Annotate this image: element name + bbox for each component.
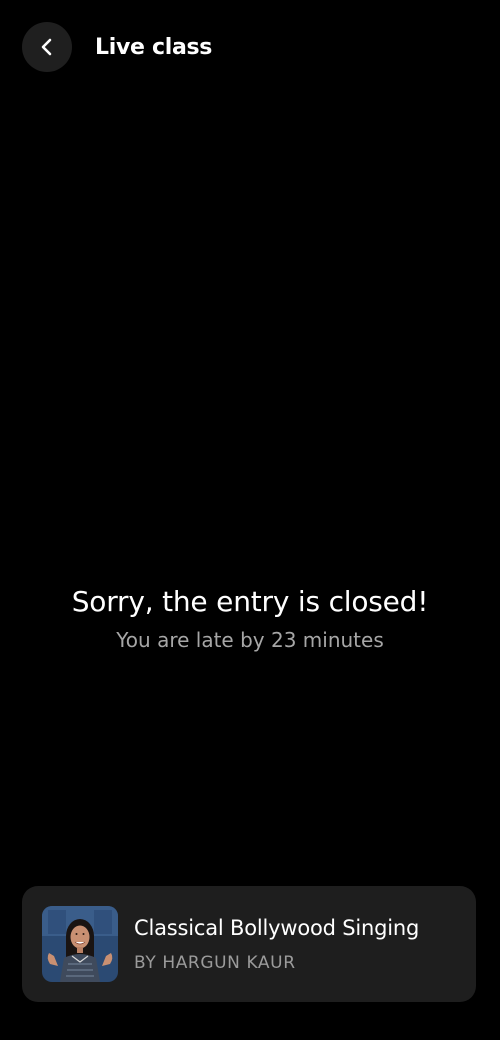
class-card[interactable]: Classical Bollywood Singing BY HARGUN KA… <box>22 886 476 1002</box>
instructor-thumbnail <box>42 906 118 982</box>
header: Live class <box>22 22 212 72</box>
class-instructor: BY HARGUN KAUR <box>134 952 296 973</box>
class-info: Classical Bollywood Singing BY HARGUN KA… <box>134 915 419 974</box>
class-name: Classical Bollywood Singing <box>134 915 420 940</box>
entry-closed-message: Sorry, the entry is closed! You are late… <box>0 582 500 652</box>
page-title: Live class <box>95 34 213 60</box>
entry-closed-title: Sorry, the entry is closed! <box>71 585 429 618</box>
chevron-left-icon <box>37 37 57 57</box>
late-by-text: You are late by 23 minutes <box>116 628 384 652</box>
back-button[interactable] <box>22 22 72 72</box>
